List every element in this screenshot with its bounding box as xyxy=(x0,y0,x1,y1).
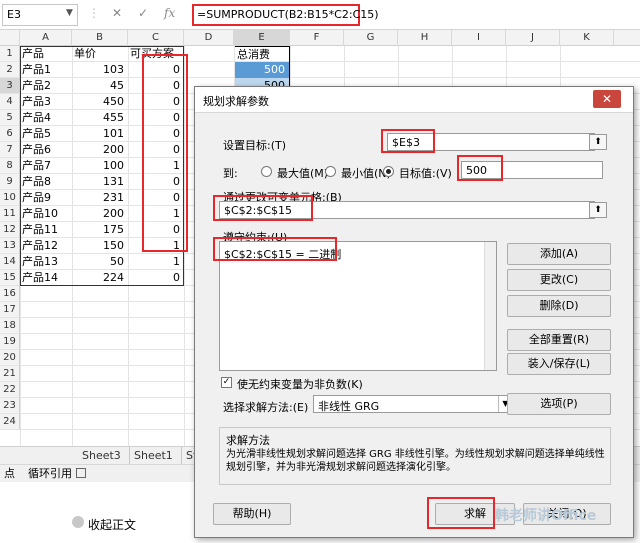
column-header[interactable]: E xyxy=(234,30,290,46)
constraints-list[interactable]: $C$2:$C$15 = 二进制 xyxy=(219,241,497,371)
objective-label: 设置目标:(T) xyxy=(223,139,287,152)
method-label: 选择求解方法:(E) xyxy=(223,401,309,414)
row-header[interactable]: 5 xyxy=(0,110,20,126)
chevron-down-icon[interactable]: ▼ xyxy=(66,8,73,18)
method-section-title: 求解方法 xyxy=(226,434,270,447)
scrollbar[interactable] xyxy=(484,242,496,370)
row-header[interactable]: 3 xyxy=(0,78,20,94)
row-header[interactable]: 23 xyxy=(0,398,20,414)
range-picker-icon[interactable]: ⬆ xyxy=(589,202,607,218)
min-radio[interactable] xyxy=(325,166,336,177)
row-header[interactable]: 8 xyxy=(0,158,20,174)
max-radio[interactable] xyxy=(261,166,272,177)
cell[interactable]: 总消费 xyxy=(234,46,290,62)
watermark: 韩老师讲Office xyxy=(495,508,597,524)
collapse-icon[interactable] xyxy=(72,516,84,528)
fx-icon[interactable]: fx xyxy=(164,6,175,20)
formula-input[interactable]: =SUMPRODUCT(B2:B15*C2:C15) xyxy=(192,4,379,26)
cell[interactable]: 500 xyxy=(234,62,290,78)
row-header[interactable]: 9 xyxy=(0,174,20,190)
macro-record-icon[interactable] xyxy=(76,468,86,478)
row-header[interactable]: 22 xyxy=(0,382,20,398)
value-of-radio[interactable] xyxy=(383,166,394,177)
dialog-titlebar[interactable]: 规划求解参数 ✕ xyxy=(195,87,633,113)
range-picker-icon[interactable]: ⬆ xyxy=(589,134,607,150)
column-header[interactable]: I xyxy=(452,30,506,46)
row-header[interactable]: 12 xyxy=(0,222,20,238)
max-label: 最大值(M) xyxy=(277,167,329,180)
row-header[interactable]: 20 xyxy=(0,350,20,366)
row-header[interactable]: 1 xyxy=(0,46,20,62)
load-save-button[interactable]: 装入/保存(L) xyxy=(507,353,611,375)
column-header[interactable]: G xyxy=(344,30,398,46)
row-header[interactable]: 24 xyxy=(0,414,20,430)
delete-button[interactable]: 删除(D) xyxy=(507,295,611,317)
objective-input[interactable]: $E$3 xyxy=(387,133,595,151)
to-label: 到: xyxy=(223,167,238,180)
row-header[interactable]: 15 xyxy=(0,270,20,286)
changing-cells-input[interactable]: $C$2:$C$15 xyxy=(219,201,595,219)
column-header[interactable]: A xyxy=(20,30,72,46)
column-header[interactable]: B xyxy=(72,30,128,46)
nonneg-checkbox[interactable]: ✓ xyxy=(221,377,232,388)
close-icon[interactable]: ✕ xyxy=(593,90,621,108)
nonneg-label: 使无约束变量为非负数(K) xyxy=(237,378,363,391)
change-button[interactable]: 更改(C) xyxy=(507,269,611,291)
select-all-corner[interactable] xyxy=(0,30,20,46)
options-button[interactable]: 选项(P) xyxy=(507,393,611,415)
row-header[interactable]: 7 xyxy=(0,142,20,158)
row-header[interactable]: 4 xyxy=(0,94,20,110)
row-header[interactable]: 16 xyxy=(0,286,20,302)
column-header[interactable]: C xyxy=(128,30,184,46)
method-description: 为光滑非线性规划求解问题选择 GRG 非线性引擎。为线性规划求解问题选择单纯线性… xyxy=(226,449,605,473)
column-header[interactable]: H xyxy=(398,30,452,46)
column-header[interactable]: D xyxy=(184,30,234,46)
row-header[interactable]: 19 xyxy=(0,334,20,350)
tab-sheet1[interactable]: Sheet1 xyxy=(126,447,182,465)
row-header[interactable]: 21 xyxy=(0,366,20,382)
row-header[interactable]: 13 xyxy=(0,238,20,254)
solver-dialog: 规划求解参数 ✕ 设置目标:(T) $E$3 ⬆ 到: 最大值(M) 最小值(N… xyxy=(194,86,634,538)
help-button[interactable]: 帮助(H) xyxy=(213,503,291,525)
enter-icon[interactable]: ✓ xyxy=(138,6,148,20)
reset-all-button[interactable]: 全部重置(R) xyxy=(507,329,611,351)
constraint-item[interactable]: $C$2:$C$15 = 二进制 xyxy=(224,246,341,262)
value-of-input[interactable]: 500 xyxy=(461,161,603,179)
method-select[interactable]: 非线性 GRG ▼ xyxy=(313,395,513,413)
column-headers: A B C D E F G H I J K xyxy=(0,30,640,46)
dialog-title: 规划求解参数 xyxy=(203,95,269,108)
row-header[interactable]: 18 xyxy=(0,318,20,334)
formula-bar: E3 ▼ ⋮ ✕ ✓ fx =SUMPRODUCT(B2:B15*C2:C15) xyxy=(0,0,640,30)
method-description-box: 求解方法 为光滑非线性规划求解问题选择 GRG 非线性引擎。为线性规划求解问题选… xyxy=(219,427,611,485)
row-header[interactable]: 17 xyxy=(0,302,20,318)
status-mode: 点 xyxy=(4,467,15,480)
value-of-label: 目标值:(V) xyxy=(399,167,452,180)
tab-sheet3[interactable]: Sheet3 xyxy=(74,447,130,465)
collapse-text[interactable]: 收起正文 xyxy=(88,516,136,533)
column-header[interactable]: K xyxy=(560,30,614,46)
cancel-icon[interactable]: ✕ xyxy=(112,6,122,20)
row-header[interactable]: 14 xyxy=(0,254,20,270)
add-button[interactable]: 添加(A) xyxy=(507,243,611,265)
status-circular-ref: 循环引用 xyxy=(28,467,72,480)
row-header[interactable]: 6 xyxy=(0,126,20,142)
row-header[interactable]: 10 xyxy=(0,190,20,206)
method-value: 非线性 GRG xyxy=(318,400,380,413)
column-header[interactable]: F xyxy=(290,30,344,46)
row-header[interactable]: 2 xyxy=(0,62,20,78)
column-header[interactable]: J xyxy=(506,30,560,46)
table-border xyxy=(20,46,184,286)
row-header[interactable]: 11 xyxy=(0,206,20,222)
